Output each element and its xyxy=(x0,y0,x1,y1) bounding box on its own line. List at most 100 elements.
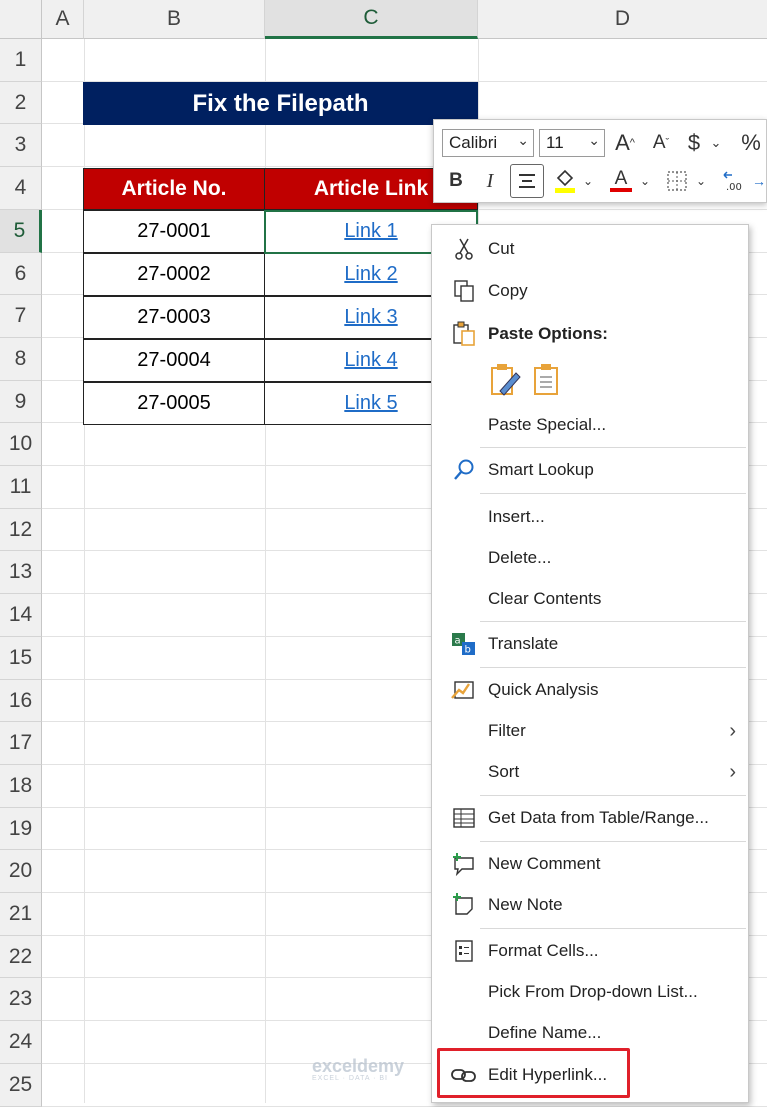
select-all-corner[interactable] xyxy=(0,0,42,39)
menu-label: Paste Special... xyxy=(488,415,607,434)
menu-item-get-data[interactable]: Get Data from Table/Range... xyxy=(432,798,748,838)
menu-label: Translate xyxy=(488,634,559,653)
fill-color-button[interactable] xyxy=(550,166,580,196)
chevron-down-icon[interactable]: ⌄ xyxy=(694,166,708,196)
increase-font-size-button[interactable]: A ^ xyxy=(610,128,640,158)
chevron-down-icon[interactable]: ⌄ xyxy=(638,166,652,196)
new-note-icon xyxy=(450,891,478,919)
menu-item-new-note[interactable]: New Note xyxy=(432,885,748,925)
menu-item-paste-special[interactable]: Paste Special... xyxy=(432,405,748,445)
header-article-no[interactable]: Article No. xyxy=(83,168,265,210)
row-header[interactable]: 19 xyxy=(0,808,42,850)
row-header[interactable]: 17 xyxy=(0,722,42,765)
menu-item-clear-contents[interactable]: Clear Contents xyxy=(432,579,748,619)
cell-article-no[interactable]: 27-0005 xyxy=(83,382,265,425)
menu-item-translate[interactable]: ab Translate xyxy=(432,624,748,664)
decrease-font-size-button[interactable]: Aˇ xyxy=(646,128,676,158)
font-color-button[interactable]: A xyxy=(606,164,636,196)
row-header[interactable]: 5 xyxy=(0,210,42,253)
row-header[interactable]: 10 xyxy=(0,423,42,466)
paste-formatting-icon[interactable] xyxy=(488,363,522,402)
column-header-c[interactable]: C xyxy=(265,0,478,39)
font-color-icon: A xyxy=(614,167,628,189)
menu-separator xyxy=(480,493,746,494)
translate-icon: ab xyxy=(450,630,478,658)
highlight-annotation xyxy=(437,1048,630,1098)
menu-label: Format Cells... xyxy=(488,941,599,960)
font-color-bar xyxy=(610,187,632,192)
cell-article-no[interactable]: 27-0003 xyxy=(83,296,265,339)
menu-item-insert[interactable]: Insert... xyxy=(432,497,748,537)
menu-item-pick-from-list[interactable]: Pick From Drop-down List... xyxy=(432,972,748,1012)
paste-values-icon[interactable] xyxy=(532,363,562,402)
row-header[interactable]: 22 xyxy=(0,936,42,978)
center-align-button[interactable] xyxy=(510,164,544,198)
row-header[interactable]: 3 xyxy=(0,124,42,167)
row-header[interactable]: 8 xyxy=(0,338,42,381)
mini-toolbar: Calibri ⌄ 11 ⌄ A ^ Aˇ $ ⌄ % B I ⌄ A ⌄ ⌄ .… xyxy=(433,119,767,203)
menu-item-define-name[interactable]: Define Name... xyxy=(432,1013,748,1053)
row-header[interactable]: 9 xyxy=(0,381,42,423)
menu-item-quick-analysis[interactable]: Quick Analysis xyxy=(432,670,748,710)
row-header[interactable]: 15 xyxy=(0,637,42,680)
row-header[interactable]: 21 xyxy=(0,893,42,936)
cell-article-no[interactable]: 27-0004 xyxy=(83,339,265,382)
font-name-value: Calibri xyxy=(449,133,498,152)
row-header[interactable]: 11 xyxy=(0,466,42,509)
cell-article-no[interactable]: 27-0001 xyxy=(83,210,265,253)
row-header[interactable]: 1 xyxy=(0,39,42,82)
borders-button[interactable] xyxy=(662,166,692,196)
font-size-value: 11 xyxy=(546,133,564,152)
row-header[interactable]: 12 xyxy=(0,509,42,551)
paint-bucket-icon xyxy=(555,169,575,193)
menu-label: Filter xyxy=(488,721,526,740)
row-header[interactable]: 2 xyxy=(0,82,42,124)
menu-item-filter[interactable]: Filter › xyxy=(432,711,748,751)
column-header-d[interactable]: D xyxy=(478,0,767,39)
menu-separator xyxy=(480,447,746,448)
chevron-down-icon[interactable]: ⌄ xyxy=(581,166,595,196)
menu-item-copy[interactable]: Copy xyxy=(432,271,748,311)
row-header[interactable]: 16 xyxy=(0,680,42,722)
row-header[interactable]: 20 xyxy=(0,850,42,893)
menu-label: Smart Lookup xyxy=(488,460,594,479)
font-size-dropdown[interactable]: 11 ⌄ xyxy=(539,129,605,157)
copy-icon xyxy=(450,277,478,305)
increase-decimal-button[interactable]: .00 xyxy=(718,166,748,196)
menu-item-sort[interactable]: Sort › xyxy=(432,752,748,792)
italic-icon: I xyxy=(486,169,494,192)
chevron-down-icon[interactable]: ⌄ xyxy=(708,128,724,158)
chevron-down-icon: ⌄ xyxy=(588,132,600,148)
row-header[interactable]: 24 xyxy=(0,1021,42,1064)
currency-format-button[interactable]: $ xyxy=(682,128,706,158)
row-header[interactable]: 14 xyxy=(0,594,42,637)
row-header[interactable]: 6 xyxy=(0,253,42,295)
decrease-decimal-icon[interactable]: → xyxy=(752,166,766,196)
menu-item-format-cells[interactable]: Format Cells... xyxy=(432,931,748,971)
column-header-b[interactable]: B xyxy=(84,0,265,39)
menu-item-smart-lookup[interactable]: Smart Lookup xyxy=(432,450,748,490)
italic-button[interactable]: I xyxy=(476,166,504,196)
cell-article-no[interactable]: 27-0002 xyxy=(83,253,265,296)
percent-style-button[interactable]: % xyxy=(734,128,767,158)
menu-item-cut[interactable]: Cut xyxy=(432,229,748,269)
watermark-tagline: EXCEL · DATA · BI xyxy=(312,1075,388,1082)
bold-button[interactable]: B xyxy=(442,166,470,196)
row-header[interactable]: 4 xyxy=(0,167,42,210)
row-header[interactable]: 18 xyxy=(0,765,42,808)
row-header[interactable]: 25 xyxy=(0,1064,42,1107)
increase-decimal-icon: .00 xyxy=(723,171,742,193)
sheet-title-cell[interactable]: Fix the Filepath xyxy=(83,82,478,125)
row-header[interactable]: 7 xyxy=(0,295,42,338)
column-header-a[interactable]: A xyxy=(42,0,84,39)
font-name-dropdown[interactable]: Calibri ⌄ xyxy=(442,129,534,157)
row-header[interactable]: 23 xyxy=(0,978,42,1021)
menu-label: Pick From Drop-down List... xyxy=(488,982,698,1001)
context-menu: Cut Copy Paste Options: Paste Special...… xyxy=(431,224,749,1103)
menu-item-delete[interactable]: Delete... xyxy=(432,538,748,578)
row-header[interactable]: 13 xyxy=(0,551,42,594)
menu-item-new-comment[interactable]: New Comment xyxy=(432,844,748,884)
decrease-font-icon: A xyxy=(652,132,666,153)
table-icon xyxy=(450,804,478,832)
paste-options-row xyxy=(432,357,748,401)
